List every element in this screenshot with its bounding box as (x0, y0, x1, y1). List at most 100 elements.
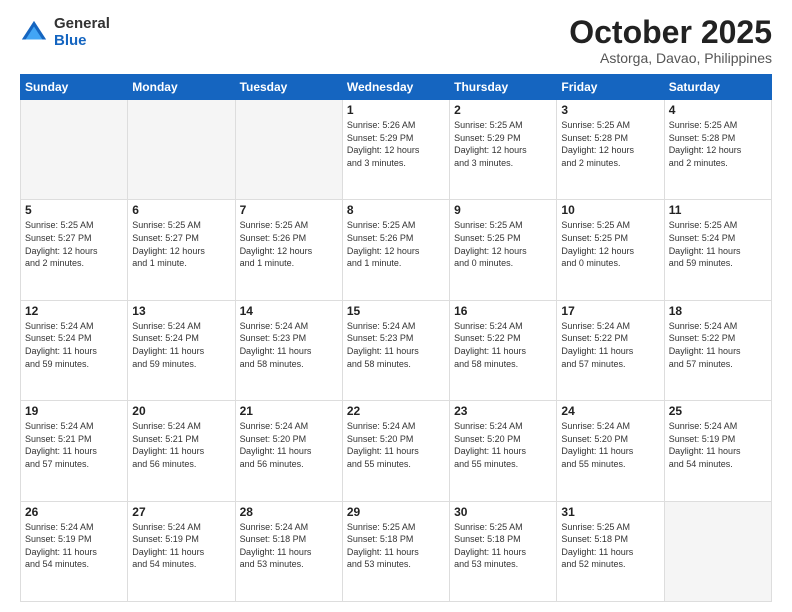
day-info: Sunrise: 5:25 AM Sunset: 5:29 PM Dayligh… (454, 119, 552, 169)
weekday-header-wednesday: Wednesday (342, 75, 449, 100)
calendar-cell: 1 Sunrise: 5:26 AM Sunset: 5:29 PM Daylig… (342, 100, 449, 200)
weekday-header-sunday: Sunday (21, 75, 128, 100)
logo-general-label: General (54, 16, 110, 33)
calendar-cell: 16Sunrise: 5:24 AM Sunset: 5:22 PM Dayli… (450, 300, 557, 400)
header: General Blue October 2025 Astorga, Davao… (20, 16, 772, 66)
weekday-header-friday: Friday (557, 75, 664, 100)
day-number: 23 (454, 404, 552, 418)
day-info: Sunrise: 5:25 AM Sunset: 5:28 PM Dayligh… (561, 119, 659, 169)
day-info: Sunrise: 5:24 AM Sunset: 5:19 PM Dayligh… (132, 521, 230, 571)
calendar-cell: 30 Sunrise: 5:25 AM Sunset: 5:18 PM Dayli… (450, 501, 557, 601)
day-number: 18 (669, 304, 767, 318)
logo: General Blue (20, 16, 110, 49)
day-info: Sunrise: 5:24 AM Sunset: 5:24 PM Dayligh… (25, 320, 123, 370)
day-number: 26 (25, 505, 123, 519)
day-number: 21 (240, 404, 338, 418)
day-number: 6 (132, 203, 230, 217)
day-number: 20 (132, 404, 230, 418)
calendar-cell: 28 Sunrise: 5:24 AM Sunset: 5:18 PM Dayli… (235, 501, 342, 601)
day-number: 4 (669, 103, 767, 117)
calendar-cell: 2Sunrise: 5:25 AM Sunset: 5:29 PM Daylig… (450, 100, 557, 200)
calendar-cell: 22 Sunrise: 5:24 AM Sunset: 5:20 PM Dayli… (342, 401, 449, 501)
day-info: Sunrise: 5:24 AM Sunset: 5:21 PM Dayligh… (132, 420, 230, 470)
calendar-body: 1 Sunrise: 5:26 AM Sunset: 5:29 PM Daylig… (21, 100, 772, 602)
day-info: Sunrise: 5:24 AM Sunset: 5:20 PM Dayligh… (240, 420, 338, 470)
calendar-week-4: 19 Sunrise: 5:24 AM Sunset: 5:21 PM Dayli… (21, 401, 772, 501)
day-number: 29 (347, 505, 445, 519)
calendar-cell: 8Sunrise: 5:25 AM Sunset: 5:26 PM Daylig… (342, 200, 449, 300)
calendar-cell: 11Sunrise: 5:25 AM Sunset: 5:24 PM Dayli… (664, 200, 771, 300)
day-number: 12 (25, 304, 123, 318)
calendar-cell: 25 Sunrise: 5:24 AM Sunset: 5:19 PM Dayli… (664, 401, 771, 501)
weekday-header-thursday: Thursday (450, 75, 557, 100)
weekday-header-saturday: Saturday (664, 75, 771, 100)
day-info: Sunrise: 5:24 AM Sunset: 5:22 PM Dayligh… (454, 320, 552, 370)
day-number: 13 (132, 304, 230, 318)
day-info: Sunrise: 5:25 AM Sunset: 5:25 PM Dayligh… (561, 219, 659, 269)
calendar-cell: 21 Sunrise: 5:24 AM Sunset: 5:20 PM Dayli… (235, 401, 342, 501)
day-info: Sunrise: 5:25 AM Sunset: 5:18 PM Dayligh… (454, 521, 552, 571)
day-number: 28 (240, 505, 338, 519)
day-info: Sunrise: 5:24 AM Sunset: 5:21 PM Dayligh… (25, 420, 123, 470)
weekday-header-row: SundayMondayTuesdayWednesdayThursdayFrid… (21, 75, 772, 100)
calendar-week-1: 1 Sunrise: 5:26 AM Sunset: 5:29 PM Daylig… (21, 100, 772, 200)
day-number: 27 (132, 505, 230, 519)
logo-blue-label: Blue (54, 33, 110, 50)
calendar-cell (128, 100, 235, 200)
month-title: October 2025 (569, 16, 772, 48)
day-number: 3 (561, 103, 659, 117)
day-info: Sunrise: 5:25 AM Sunset: 5:18 PM Dayligh… (347, 521, 445, 571)
day-info: Sunrise: 5:24 AM Sunset: 5:19 PM Dayligh… (669, 420, 767, 470)
day-number: 9 (454, 203, 552, 217)
day-info: Sunrise: 5:26 AM Sunset: 5:29 PM Dayligh… (347, 119, 445, 169)
calendar-cell: 20 Sunrise: 5:24 AM Sunset: 5:21 PM Dayli… (128, 401, 235, 501)
day-number: 31 (561, 505, 659, 519)
day-info: Sunrise: 5:24 AM Sunset: 5:18 PM Dayligh… (240, 521, 338, 571)
calendar-cell (21, 100, 128, 200)
calendar-week-3: 12 Sunrise: 5:24 AM Sunset: 5:24 PM Dayli… (21, 300, 772, 400)
calendar-cell: 13 Sunrise: 5:24 AM Sunset: 5:24 PM Dayli… (128, 300, 235, 400)
day-number: 25 (669, 404, 767, 418)
day-number: 17 (561, 304, 659, 318)
day-info: Sunrise: 5:24 AM Sunset: 5:20 PM Dayligh… (347, 420, 445, 470)
calendar-cell (664, 501, 771, 601)
calendar-cell: 24Sunrise: 5:24 AM Sunset: 5:20 PM Dayli… (557, 401, 664, 501)
calendar-week-5: 26 Sunrise: 5:24 AM Sunset: 5:19 PM Dayli… (21, 501, 772, 601)
day-info: Sunrise: 5:24 AM Sunset: 5:23 PM Dayligh… (240, 320, 338, 370)
calendar-cell: 23 Sunrise: 5:24 AM Sunset: 5:20 PM Dayli… (450, 401, 557, 501)
day-number: 5 (25, 203, 123, 217)
day-info: Sunrise: 5:24 AM Sunset: 5:20 PM Dayligh… (561, 420, 659, 470)
calendar-cell: 15Sunrise: 5:24 AM Sunset: 5:23 PM Dayli… (342, 300, 449, 400)
calendar-cell: 31Sunrise: 5:25 AM Sunset: 5:18 PM Dayli… (557, 501, 664, 601)
day-info: Sunrise: 5:25 AM Sunset: 5:24 PM Dayligh… (669, 219, 767, 269)
day-number: 22 (347, 404, 445, 418)
calendar-cell: 18 Sunrise: 5:24 AM Sunset: 5:22 PM Dayli… (664, 300, 771, 400)
calendar-week-2: 5 Sunrise: 5:25 AM Sunset: 5:27 PM Daylig… (21, 200, 772, 300)
weekday-header-tuesday: Tuesday (235, 75, 342, 100)
day-info: Sunrise: 5:25 AM Sunset: 5:26 PM Dayligh… (347, 219, 445, 269)
calendar-cell: 17 Sunrise: 5:24 AM Sunset: 5:22 PM Dayli… (557, 300, 664, 400)
day-number: 10 (561, 203, 659, 217)
day-info: Sunrise: 5:25 AM Sunset: 5:26 PM Dayligh… (240, 219, 338, 269)
location: Astorga, Davao, Philippines (569, 50, 772, 66)
day-number: 1 (347, 103, 445, 117)
day-info: Sunrise: 5:24 AM Sunset: 5:22 PM Dayligh… (561, 320, 659, 370)
day-info: Sunrise: 5:24 AM Sunset: 5:23 PM Dayligh… (347, 320, 445, 370)
calendar-cell: 19 Sunrise: 5:24 AM Sunset: 5:21 PM Dayli… (21, 401, 128, 501)
calendar-cell: 26 Sunrise: 5:24 AM Sunset: 5:19 PM Dayli… (21, 501, 128, 601)
weekday-header-monday: Monday (128, 75, 235, 100)
day-info: Sunrise: 5:24 AM Sunset: 5:19 PM Dayligh… (25, 521, 123, 571)
logo-icon (20, 19, 48, 47)
day-info: Sunrise: 5:24 AM Sunset: 5:22 PM Dayligh… (669, 320, 767, 370)
day-info: Sunrise: 5:25 AM Sunset: 5:27 PM Dayligh… (132, 219, 230, 269)
day-number: 14 (240, 304, 338, 318)
day-number: 19 (25, 404, 123, 418)
calendar-table: SundayMondayTuesdayWednesdayThursdayFrid… (20, 74, 772, 602)
day-info: Sunrise: 5:24 AM Sunset: 5:24 PM Dayligh… (132, 320, 230, 370)
title-section: October 2025 Astorga, Davao, Philippines (569, 16, 772, 66)
day-info: Sunrise: 5:24 AM Sunset: 5:20 PM Dayligh… (454, 420, 552, 470)
calendar-cell (235, 100, 342, 200)
day-info: Sunrise: 5:25 AM Sunset: 5:27 PM Dayligh… (25, 219, 123, 269)
day-number: 30 (454, 505, 552, 519)
day-number: 7 (240, 203, 338, 217)
